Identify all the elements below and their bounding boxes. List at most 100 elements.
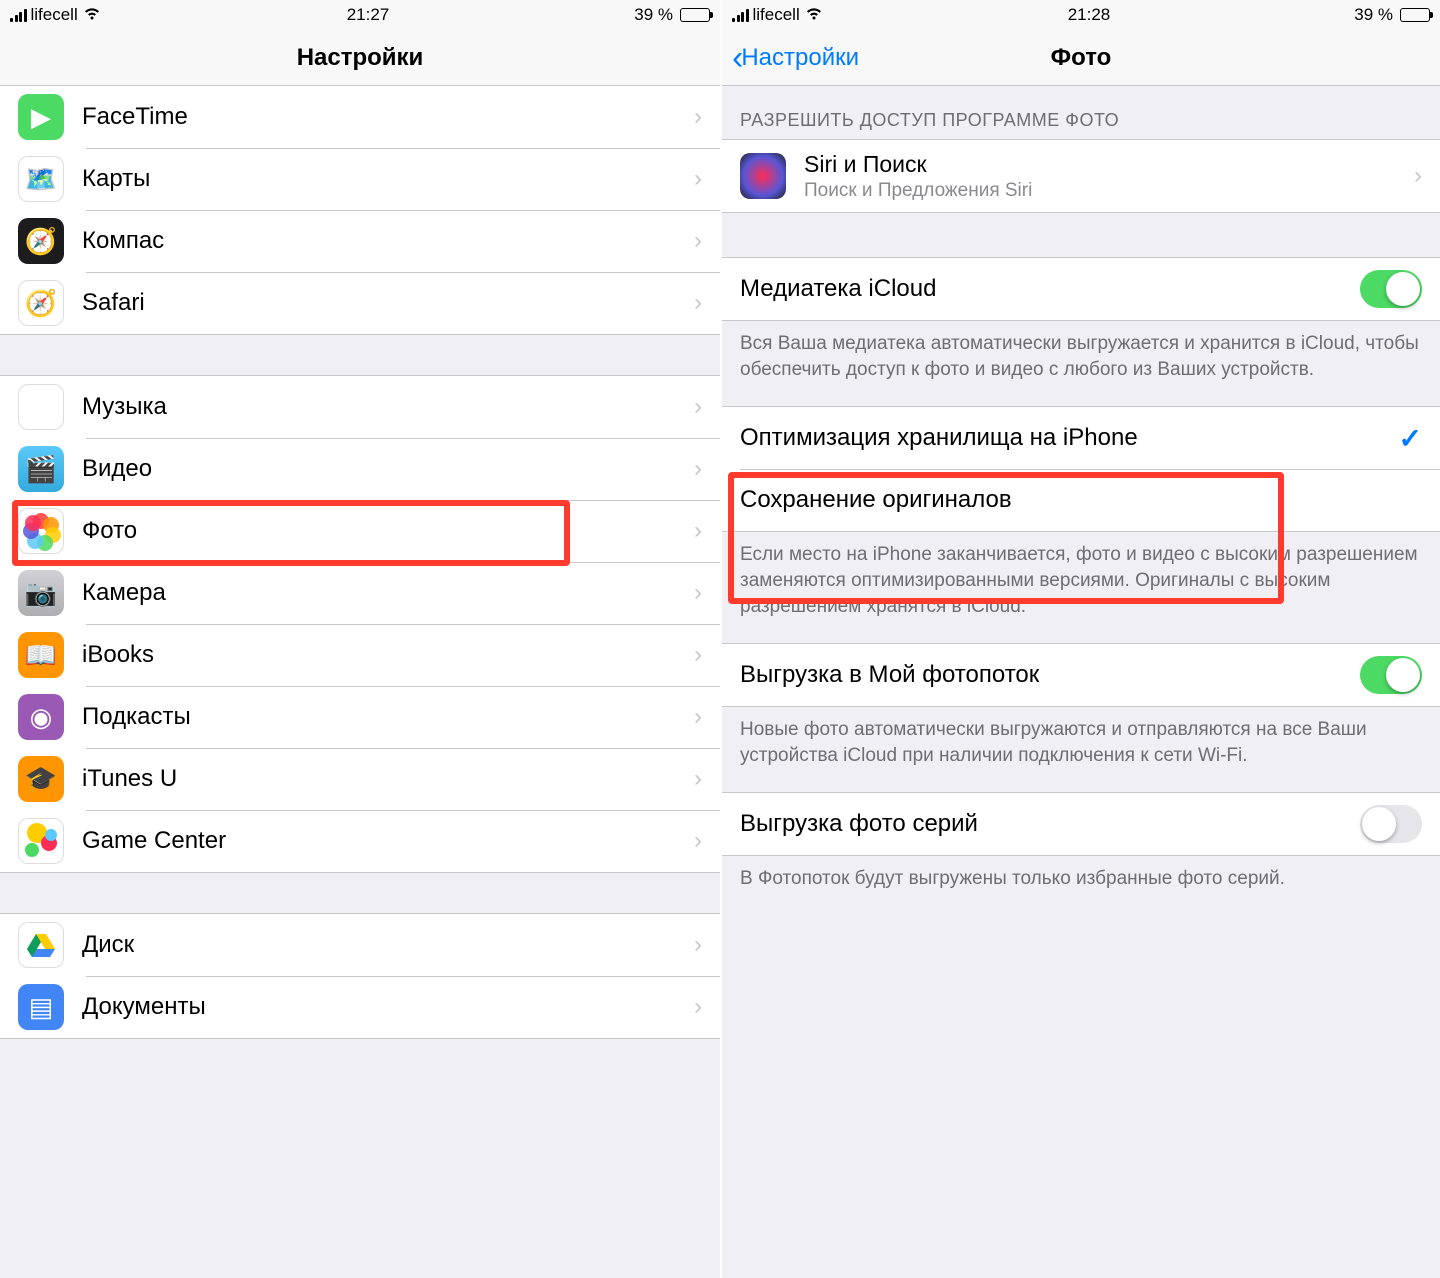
- burst-upload-label: Выгрузка фото серий: [740, 810, 1360, 838]
- settings-item-label: Фото: [82, 517, 694, 545]
- battery-pct: 39 %: [634, 5, 673, 25]
- settings-item-camera[interactable]: 📷 Камера ›: [0, 562, 720, 624]
- settings-item-maps[interactable]: 🗺️ Карты ›: [0, 148, 720, 210]
- storage-option-optimize[interactable]: Оптимизация хранилища на iPhone ✓: [722, 407, 1440, 469]
- settings-item-label: iTunes U: [82, 765, 694, 793]
- chevron-right-icon: ›: [694, 993, 702, 1021]
- chevron-right-icon: ›: [694, 289, 702, 317]
- settings-item-label: Камера: [82, 579, 694, 607]
- chevron-right-icon: ›: [694, 931, 702, 959]
- photos-icon: [18, 508, 64, 554]
- status-time: 21:27: [347, 5, 390, 25]
- settings-item-label: Карты: [82, 165, 694, 193]
- chevron-right-icon: ›: [694, 827, 702, 855]
- icloud-library-footer: Вся Ваша медиатека автоматически выгружа…: [722, 321, 1440, 400]
- settings-item-music[interactable]: ♪ Музыка ›: [0, 376, 720, 438]
- docs-icon: ▤: [18, 984, 64, 1030]
- signal-icon: [10, 8, 27, 22]
- chevron-right-icon: ›: [1414, 162, 1422, 190]
- nav-bar: ‹ Настройки Фото: [722, 30, 1440, 86]
- signal-icon: [732, 8, 749, 22]
- screen-settings: lifecell 21:27 39 % Настройки ▶ FaceTime…: [0, 0, 720, 1278]
- storage-option-label: Сохранение оригиналов: [740, 486, 1422, 514]
- back-button[interactable]: ‹ Настройки: [732, 41, 859, 75]
- gamecenter-icon: [18, 818, 64, 864]
- settings-item-podcasts[interactable]: ◉ Подкасты ›: [0, 686, 720, 748]
- settings-list[interactable]: ▶ FaceTime › 🗺️ Карты › 🧭 Компас › 🧭 Saf…: [0, 86, 720, 1278]
- burst-footer: В Фотопоток будут выгружены только избра…: [722, 856, 1440, 910]
- chevron-right-icon: ›: [694, 765, 702, 793]
- ibooks-icon: 📖: [18, 632, 64, 678]
- battery-pct: 39 %: [1354, 5, 1393, 25]
- chevron-right-icon: ›: [694, 455, 702, 483]
- settings-item-label: Музыка: [82, 393, 694, 421]
- settings-item-docs[interactable]: ▤ Документы ›: [0, 976, 720, 1038]
- nav-title: Настройки: [297, 44, 424, 72]
- chevron-right-icon: ›: [694, 103, 702, 131]
- storage-option-originals[interactable]: Сохранение оригиналов: [722, 469, 1440, 531]
- maps-icon: 🗺️: [18, 156, 64, 202]
- photostream-label: Выгрузка в Мой фотопоток: [740, 661, 1360, 689]
- wifi-icon: [82, 5, 102, 26]
- compass-icon: 🧭: [18, 218, 64, 264]
- status-time: 21:28: [1068, 5, 1111, 25]
- siri-subtitle: Поиск и Предложения Siri: [804, 180, 1414, 202]
- burst-upload-row[interactable]: Выгрузка фото серий: [722, 793, 1440, 855]
- back-label: Настройки: [741, 44, 859, 72]
- settings-item-itunesu[interactable]: 🎓 iTunes U ›: [0, 748, 720, 810]
- settings-item-label: Подкасты: [82, 703, 694, 731]
- icloud-library-label: Медиатека iCloud: [740, 275, 1360, 303]
- settings-item-label: Компас: [82, 227, 694, 255]
- chevron-right-icon: ›: [694, 703, 702, 731]
- siri-icon: [740, 153, 786, 199]
- siri-search-row[interactable]: Siri и Поиск Поиск и Предложения Siri ›: [722, 140, 1440, 212]
- camera-icon: 📷: [18, 570, 64, 616]
- chevron-right-icon: ›: [694, 165, 702, 193]
- wifi-icon: [804, 5, 824, 26]
- screen-photos-settings: lifecell 21:28 39 % ‹ Настройки Фото РАЗ…: [720, 0, 1440, 1278]
- carrier-label: lifecell: [31, 5, 78, 25]
- chevron-right-icon: ›: [694, 517, 702, 545]
- photostream-toggle[interactable]: [1360, 656, 1422, 694]
- nav-title: Фото: [1051, 44, 1112, 72]
- battery-icon: [680, 8, 710, 22]
- settings-item-safari[interactable]: 🧭 Safari ›: [0, 272, 720, 334]
- settings-item-gamecenter[interactable]: Game Center ›: [0, 810, 720, 872]
- icloud-library-toggle[interactable]: [1360, 270, 1422, 308]
- settings-item-facetime[interactable]: ▶ FaceTime ›: [0, 86, 720, 148]
- chevron-right-icon: ›: [694, 641, 702, 669]
- status-bar: lifecell 21:28 39 %: [722, 0, 1440, 30]
- settings-item-ibooks[interactable]: 📖 iBooks ›: [0, 624, 720, 686]
- chevron-right-icon: ›: [694, 579, 702, 607]
- settings-item-label: Документы: [82, 993, 694, 1021]
- facetime-icon: ▶: [18, 94, 64, 140]
- settings-item-label: Safari: [82, 289, 694, 317]
- music-icon: ♪: [18, 384, 64, 430]
- podcasts-icon: ◉: [18, 694, 64, 740]
- photostream-footer: Новые фото автоматически выгружаются и о…: [722, 707, 1440, 786]
- checkmark-icon: ✓: [1399, 422, 1422, 455]
- chevron-right-icon: ›: [694, 393, 702, 421]
- storage-footer: Если место на iPhone заканчивается, фото…: [722, 532, 1440, 637]
- status-bar: lifecell 21:27 39 %: [0, 0, 720, 30]
- settings-item-drive[interactable]: Диск ›: [0, 914, 720, 976]
- settings-item-label: FaceTime: [82, 103, 694, 131]
- settings-item-photos[interactable]: Фото ›: [0, 500, 720, 562]
- itunesu-icon: 🎓: [18, 756, 64, 802]
- storage-option-label: Оптимизация хранилища на iPhone: [740, 424, 1399, 452]
- settings-item-label: Диск: [82, 931, 694, 959]
- battery-icon: [1400, 8, 1430, 22]
- icloud-library-row[interactable]: Медиатека iCloud: [722, 258, 1440, 320]
- settings-item-label: Видео: [82, 455, 694, 483]
- settings-item-label: iBooks: [82, 641, 694, 669]
- burst-upload-toggle[interactable]: [1360, 805, 1422, 843]
- photos-settings-list[interactable]: РАЗРЕШИТЬ ДОСТУП ПРОГРАММЕ ФОТО Siri и П…: [722, 86, 1440, 1278]
- nav-bar: Настройки: [0, 30, 720, 86]
- settings-item-videos[interactable]: 🎬 Видео ›: [0, 438, 720, 500]
- safari-icon: 🧭: [18, 280, 64, 326]
- carrier-label: lifecell: [753, 5, 800, 25]
- photostream-row[interactable]: Выгрузка в Мой фотопоток: [722, 644, 1440, 706]
- settings-item-label: Game Center: [82, 827, 694, 855]
- section-header-access: РАЗРЕШИТЬ ДОСТУП ПРОГРАММЕ ФОТО: [722, 86, 1440, 139]
- settings-item-compass[interactable]: 🧭 Компас ›: [0, 210, 720, 272]
